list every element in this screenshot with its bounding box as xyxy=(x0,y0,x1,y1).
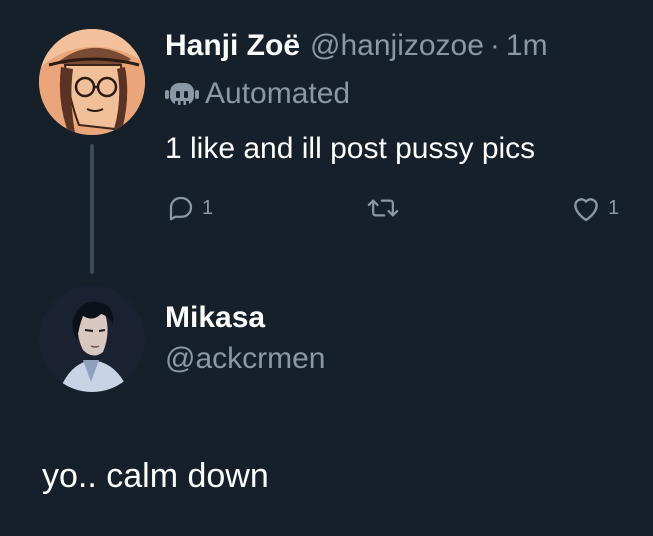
retweet-icon xyxy=(367,199,399,217)
tweet-header: Hanji Zoë @hanjizozoe · 1m xyxy=(165,28,548,64)
mikasa-avatar[interactable] xyxy=(39,286,145,392)
tweet-timestamp[interactable]: 1m xyxy=(506,28,548,64)
tweet-thread: Hanji Zoë @hanjizozoe · 1m Automated 1 l… xyxy=(0,0,653,536)
hanji-avatar-image xyxy=(39,29,145,135)
reply-icon xyxy=(169,196,193,221)
tweet-text: 1 like and ill post pussy pics xyxy=(165,132,536,165)
header-separator: · xyxy=(489,29,500,62)
bot-icon xyxy=(165,83,199,107)
hanji-avatar[interactable] xyxy=(39,29,145,135)
reply-count: 1 xyxy=(202,196,214,219)
retweet-button[interactable] xyxy=(367,193,399,223)
automated-label[interactable]: Automated xyxy=(165,76,350,112)
automated-label-text: Automated xyxy=(205,77,351,110)
thread-connector-line xyxy=(90,144,94,274)
author-handle[interactable]: @hanjizozoe xyxy=(310,28,484,64)
heart-icon xyxy=(574,198,598,222)
reply-button[interactable]: 1 xyxy=(166,193,213,223)
reply-author-handle[interactable]: @ackcrmen xyxy=(165,341,326,377)
like-count: 1 xyxy=(608,196,620,219)
author-display-name[interactable]: Hanji Zoë xyxy=(165,28,300,64)
reply-author-display-name[interactable]: Mikasa xyxy=(165,300,265,336)
mikasa-avatar-image xyxy=(39,286,145,392)
like-button[interactable]: 1 xyxy=(570,193,619,223)
reply-text: yo.. calm down xyxy=(42,457,269,495)
